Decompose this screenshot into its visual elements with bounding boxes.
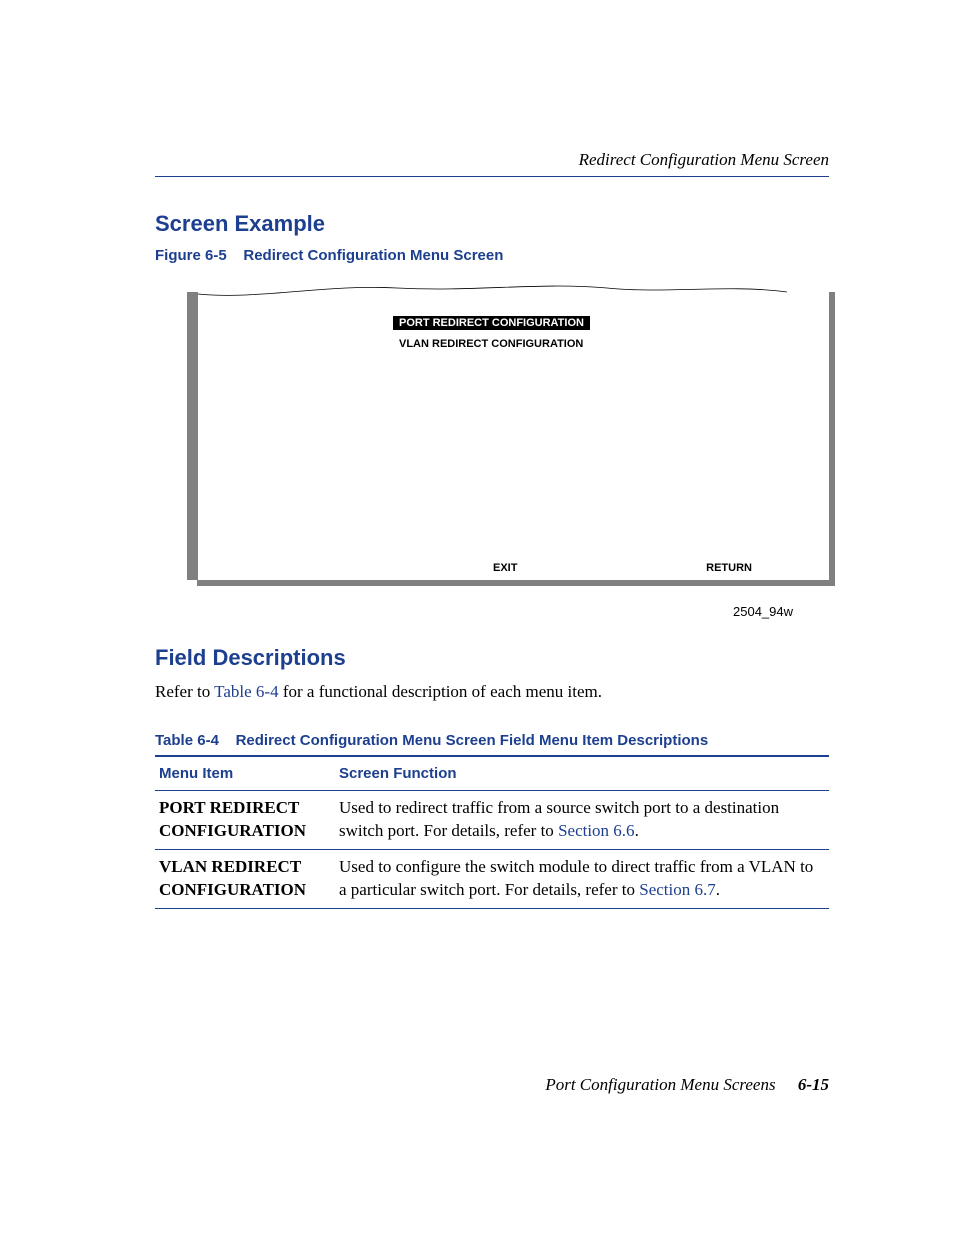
- table-row: PORT REDIRECT CONFIGURATION Used to redi…: [155, 790, 829, 849]
- figure-label: Figure 6-5: [155, 247, 227, 264]
- terminal-footer: EXIT RETURN: [198, 562, 787, 574]
- intro-text: Refer to: [155, 682, 214, 701]
- terminal-frame: PORT REDIRECT CONFIGURATION VLAN REDIREC…: [187, 282, 787, 580]
- exit-button[interactable]: EXIT: [493, 562, 517, 574]
- terminal-screenshot: PORT REDIRECT CONFIGURATION VLAN REDIREC…: [187, 282, 829, 580]
- col-header-screen-function: Screen Function: [335, 756, 829, 791]
- figure-title: Redirect Configuration Menu Screen: [243, 247, 503, 264]
- menu-item-port-redirect[interactable]: PORT REDIRECT CONFIGURATION: [393, 316, 590, 330]
- intro-text: for a functional description of each men…: [279, 682, 602, 701]
- field-description-table: Menu Item Screen Function PORT REDIRECT …: [155, 755, 829, 909]
- terminal-shadow: [829, 292, 835, 586]
- cell-screen-function: Used to configure the switch module to d…: [335, 849, 829, 908]
- cell-screen-function: Used to redirect traffic from a source s…: [335, 790, 829, 849]
- footer-chapter: Port Configuration Menu Screens: [545, 1075, 775, 1094]
- section-ref-link[interactable]: Section 6.6: [558, 821, 635, 840]
- terminal-torn-edge: [187, 282, 787, 298]
- section-ref-link[interactable]: Section 6.7: [639, 880, 716, 899]
- func-text: .: [716, 880, 720, 899]
- figure-caption: Figure 6-5 Redirect Configuration Menu S…: [155, 247, 829, 264]
- table-row: VLAN REDIRECT CONFIGURATION Used to conf…: [155, 849, 829, 908]
- section-heading-screen-example: Screen Example: [155, 211, 829, 237]
- terminal-left-bar: [187, 292, 198, 580]
- section-heading-field-descriptions: Field Descriptions: [155, 645, 829, 671]
- terminal-shadow: [197, 580, 835, 586]
- running-header: Redirect Configuration Menu Screen: [155, 150, 829, 177]
- cell-menu-item: PORT REDIRECT CONFIGURATION: [155, 790, 335, 849]
- return-button[interactable]: RETURN: [706, 562, 752, 574]
- page-number: 6-15: [798, 1075, 829, 1094]
- menu-item-vlan-redirect[interactable]: VLAN REDIRECT CONFIGURATION: [393, 338, 787, 350]
- table-caption: Table 6-4 Redirect Configuration Menu Sc…: [155, 732, 829, 749]
- func-text: Used to configure the switch module to d…: [339, 857, 813, 899]
- page: Redirect Configuration Menu Screen Scree…: [0, 0, 954, 1235]
- figure-id: 2504_94w: [187, 590, 793, 619]
- intro-paragraph: Refer to Table 6-4 for a functional desc…: [155, 681, 829, 704]
- cell-menu-item: VLAN REDIRECT CONFIGURATION: [155, 849, 335, 908]
- col-header-menu-item: Menu Item: [155, 756, 335, 791]
- table-label: Table 6-4: [155, 732, 219, 749]
- page-footer: Port Configuration Menu Screens 6-15: [155, 1075, 829, 1095]
- terminal-body: PORT REDIRECT CONFIGURATION VLAN REDIREC…: [198, 298, 787, 580]
- func-text: .: [635, 821, 639, 840]
- table-title: Redirect Configuration Menu Screen Field…: [236, 732, 709, 749]
- table-ref-link[interactable]: Table 6-4: [214, 682, 278, 701]
